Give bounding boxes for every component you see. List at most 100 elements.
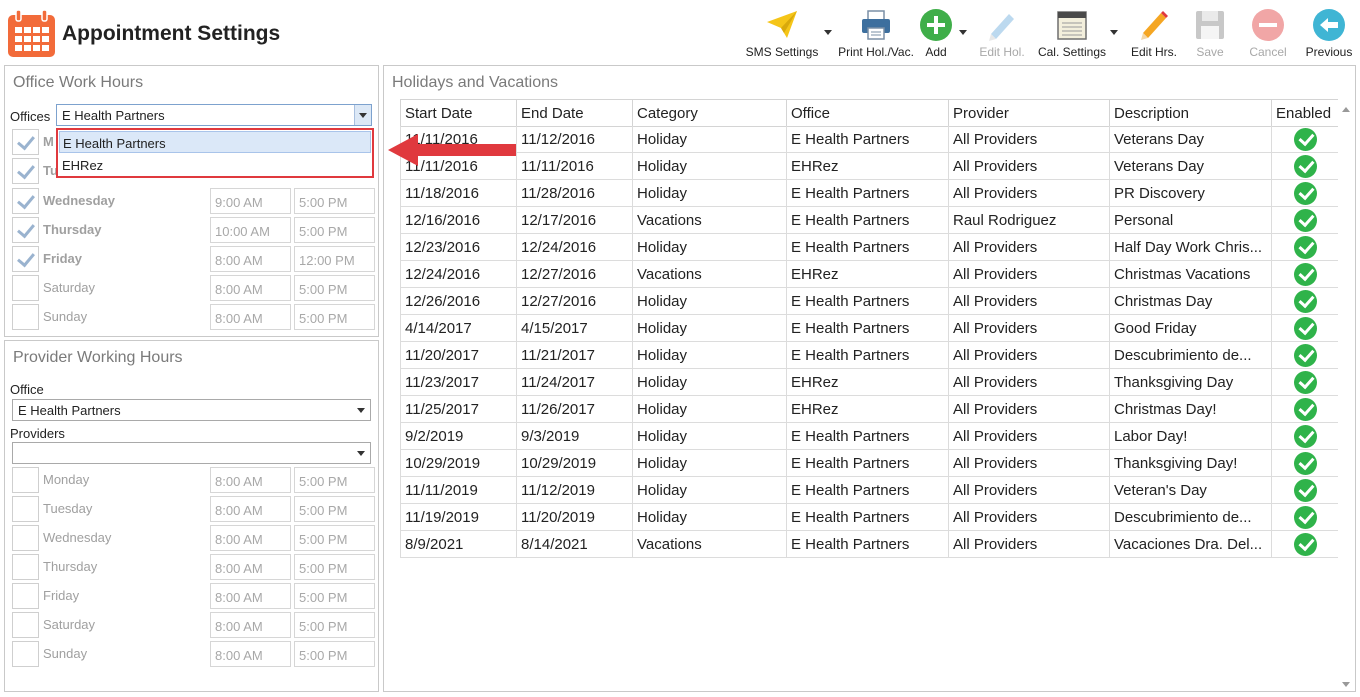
check-circle-icon[interactable] [1294,479,1317,502]
enabled-cell[interactable] [1271,234,1338,261]
check-circle-icon[interactable] [1294,425,1317,448]
table-row[interactable]: 11/18/2016 11/28/2016 Holiday E Health Part… [400,180,1338,207]
check-circle-icon[interactable] [1294,533,1317,556]
enabled-cell[interactable] [1271,315,1338,342]
check-circle-icon[interactable] [1294,371,1317,394]
enabled-cell[interactable] [1271,342,1338,369]
enabled-cell[interactable] [1271,450,1338,477]
enabled-cell[interactable] [1271,261,1338,288]
sms-settings-button[interactable]: SMS Settings [740,4,824,62]
check-circle-icon[interactable] [1294,209,1317,232]
start-time-input[interactable]: 8:00 AM [210,467,291,493]
start-time-input[interactable]: 8:00 AM [210,246,291,272]
dropdown-option[interactable]: EHRez [59,154,371,176]
scroll-down-icon[interactable] [1342,682,1350,687]
check-circle-icon[interactable] [1294,128,1317,151]
edit-hol-button[interactable]: Edit Hol. [974,4,1030,62]
day-checkbox[interactable] [12,129,39,155]
edit-hrs-button[interactable]: Edit Hrs. [1126,4,1182,62]
day-checkbox[interactable] [12,554,39,580]
previous-button[interactable]: Previous [1302,4,1356,62]
table-row[interactable]: 12/23/2016 12/24/2016 Holiday E Health Part… [400,234,1338,261]
enabled-cell[interactable] [1271,153,1338,180]
table-row[interactable]: 12/16/2016 12/17/2016 Vacations E Health Pa… [400,207,1338,234]
column-header-start-date[interactable]: Start Date [400,100,516,127]
check-circle-icon[interactable] [1294,290,1317,313]
table-row[interactable]: 4/14/2017 4/15/2017 Holiday E Health Partne… [400,315,1338,342]
table-row[interactable]: 11/20/2017 11/21/2017 Holiday E Health Part… [400,342,1338,369]
enabled-cell[interactable] [1271,369,1338,396]
check-circle-icon[interactable] [1294,344,1317,367]
table-row[interactable]: 10/29/2019 10/29/2019 Holiday E Health Part… [400,450,1338,477]
check-circle-icon[interactable] [1294,236,1317,259]
start-time-input[interactable]: 8:00 AM [210,275,291,301]
column-header-office[interactable]: Office [786,100,948,127]
day-checkbox[interactable] [12,158,39,184]
start-time-input[interactable]: 8:00 AM [210,641,291,667]
scroll-up-icon[interactable] [1342,107,1350,112]
check-circle-icon[interactable] [1294,317,1317,340]
enabled-cell[interactable] [1271,180,1338,207]
table-row[interactable]: 8/9/2021 8/14/2021 Vacations E Health Partn… [400,531,1338,558]
table-row[interactable]: 12/26/2016 12/27/2016 Holiday E Health Part… [400,288,1338,315]
add-button[interactable]: Add [916,4,956,62]
end-time-input[interactable]: 5:00 PM [294,554,375,580]
column-header-description[interactable]: Description [1109,100,1271,127]
end-time-input[interactable]: 5:00 PM [294,217,375,243]
day-checkbox[interactable] [12,641,39,667]
check-circle-icon[interactable] [1294,155,1317,178]
dropdown-option[interactable]: E Health Partners [59,131,371,153]
column-header-provider[interactable]: Provider [948,100,1109,127]
day-checkbox[interactable] [12,188,39,214]
table-row[interactable]: 11/23/2017 11/24/2017 Holiday EHRez All Prov… [400,369,1338,396]
day-checkbox[interactable] [12,525,39,551]
cal-settings-button[interactable]: Cal. Settings [1032,4,1112,62]
check-circle-icon[interactable] [1294,263,1317,286]
offices-select[interactable]: E Health Partners [56,104,372,126]
provider-office-select[interactable]: E Health Partners [12,399,371,421]
check-circle-icon[interactable] [1294,506,1317,529]
column-header-enabled[interactable]: Enabled [1271,100,1338,127]
start-time-input[interactable]: 8:00 AM [210,583,291,609]
print-hol-vac-button[interactable]: Print Hol./Vac. [836,4,916,62]
end-time-input[interactable]: 5:00 PM [294,583,375,609]
day-checkbox[interactable] [12,246,39,272]
dropdown-button[interactable] [354,105,371,125]
start-time-input[interactable]: 9:00 AM [210,188,291,214]
cancel-button[interactable]: Cancel [1245,4,1291,62]
column-header-category[interactable]: Category [632,100,786,127]
end-time-input[interactable]: 5:00 PM [294,496,375,522]
column-header-end-date[interactable]: End Date [516,100,632,127]
table-row[interactable]: 12/24/2016 12/27/2016 Vacations EHRez All Pr… [400,261,1338,288]
day-checkbox[interactable] [12,304,39,330]
start-time-input[interactable]: 10:00 AM [210,217,291,243]
sms-settings-dropdown-arrow[interactable] [824,30,832,35]
start-time-input[interactable]: 8:00 AM [210,304,291,330]
day-checkbox[interactable] [12,583,39,609]
enabled-cell[interactable] [1271,477,1338,504]
start-time-input[interactable]: 8:00 AM [210,554,291,580]
day-checkbox[interactable] [12,496,39,522]
end-time-input[interactable]: 5:00 PM [294,641,375,667]
table-row[interactable]: 11/11/2019 11/12/2019 Holiday E Health Part… [400,477,1338,504]
check-circle-icon[interactable] [1294,452,1317,475]
add-dropdown-arrow[interactable] [959,30,967,35]
end-time-input[interactable]: 5:00 PM [294,612,375,638]
enabled-cell[interactable] [1271,126,1338,153]
table-row[interactable]: 11/25/2017 11/26/2017 Holiday EHRez All Prov… [400,396,1338,423]
day-checkbox[interactable] [12,275,39,301]
save-button[interactable]: Save [1188,4,1232,62]
end-time-input[interactable]: 5:00 PM [294,275,375,301]
vertical-scrollbar[interactable] [1338,99,1354,691]
table-row[interactable]: 11/11/2016 11/12/2016 Holiday E Health Part… [400,126,1338,153]
end-time-input[interactable]: 5:00 PM [294,467,375,493]
table-row[interactable]: 11/19/2019 11/20/2019 Holiday E Health Part… [400,504,1338,531]
end-time-input[interactable]: 12:00 PM [294,246,375,272]
start-time-input[interactable]: 8:00 AM [210,525,291,551]
enabled-cell[interactable] [1271,396,1338,423]
check-circle-icon[interactable] [1294,398,1317,421]
enabled-cell[interactable] [1271,288,1338,315]
end-time-input[interactable]: 5:00 PM [294,304,375,330]
enabled-cell[interactable] [1271,531,1338,558]
day-checkbox[interactable] [12,467,39,493]
